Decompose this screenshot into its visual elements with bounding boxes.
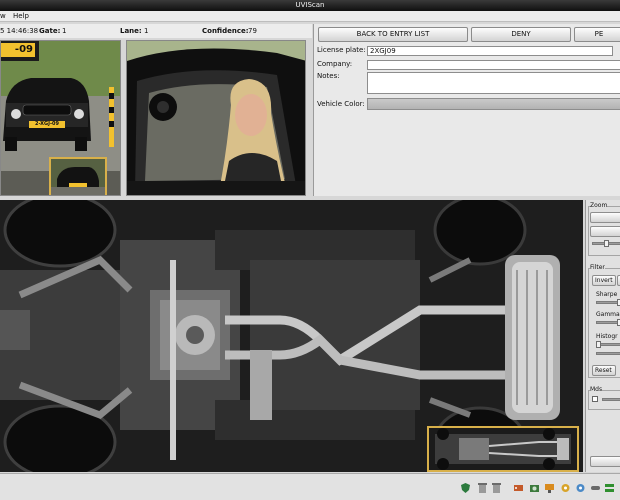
- gear-icon[interactable]: [576, 483, 585, 493]
- tag-icon[interactable]: [514, 483, 523, 493]
- lane-label: Lane:: [120, 27, 142, 35]
- flag-icon[interactable]: [605, 483, 614, 493]
- image-controls-panel: Zoom Filter Invert Sharpe Gamma Histogr …: [585, 200, 620, 472]
- trash-icon[interactable]: [492, 483, 501, 493]
- lane-value: 1: [144, 27, 149, 35]
- network-icon[interactable]: [561, 483, 570, 493]
- license-plate-field[interactable]: 2XGJ09: [367, 46, 613, 56]
- gamma-label: Gamma: [596, 311, 620, 318]
- filter-label: Filter: [590, 264, 605, 271]
- vehicle-color-selector[interactable]: [367, 98, 620, 110]
- confidence-label: Confidence:: [202, 27, 249, 35]
- menu-item-help[interactable]: Help: [13, 12, 29, 20]
- gate-value: 1: [62, 27, 67, 35]
- window-title-bar: UVIScan: [0, 0, 620, 11]
- back-to-entry-list-button[interactable]: BACK TO ENTRY LIST: [318, 27, 468, 42]
- deny-button[interactable]: DENY: [471, 27, 571, 42]
- notes-field[interactable]: [367, 72, 620, 94]
- zoom-slider-handle[interactable]: [604, 240, 609, 247]
- permit-button[interactable]: PE: [574, 27, 620, 42]
- vehicle-color-label: Vehicle Color:: [317, 100, 365, 108]
- mds-checkbox[interactable]: [592, 396, 598, 402]
- mds-label: Mds: [590, 386, 603, 393]
- histogram-slider-2[interactable]: [596, 352, 620, 355]
- scan-info-bar: 5 14:46:38 Gate: 1 Lane: 1 Confidence: 7…: [0, 24, 312, 38]
- plate-camera-image: -09 2-XGJ-09: [0, 40, 121, 196]
- menu-item-window[interactable]: w: [0, 12, 6, 20]
- histogram-label: Histogr: [596, 333, 618, 340]
- status-bar: [0, 473, 620, 500]
- zoom-label: Zoom: [590, 202, 608, 209]
- mds-slider[interactable]: [602, 398, 620, 401]
- menu-bar: w Help: [0, 11, 620, 22]
- trash-icon[interactable]: [478, 483, 487, 493]
- company-label: Company:: [317, 60, 353, 68]
- company-field[interactable]: [367, 60, 620, 70]
- camera-icon[interactable]: [530, 483, 539, 493]
- car-plate-text: 2-XGJ-09: [35, 121, 59, 127]
- shield-icon[interactable]: [461, 483, 470, 493]
- reset-button[interactable]: Reset: [592, 365, 616, 376]
- scan-overview-thumbnail[interactable]: [427, 426, 579, 472]
- notes-label: Notes:: [317, 72, 340, 80]
- driver-camera-image: [126, 40, 306, 196]
- gate-label: Gate:: [39, 27, 61, 35]
- zoom-in-button[interactable]: [590, 212, 620, 223]
- entry-form: BACK TO ENTRY LIST DENY PE License plate…: [313, 24, 620, 196]
- zoom-out-button[interactable]: [590, 226, 620, 237]
- confidence-value: 79: [248, 27, 257, 35]
- license-plate-label: License plate:: [317, 46, 366, 54]
- sharpen-label: Sharpe: [596, 291, 618, 298]
- histogram-slider-handle[interactable]: [596, 341, 601, 348]
- plate-closeup-text: -09: [14, 44, 33, 55]
- window-title: UVIScan: [295, 1, 325, 9]
- plate-camera-thumbnail[interactable]: [49, 157, 107, 195]
- panel-bottom-button[interactable]: [590, 456, 620, 467]
- link-icon[interactable]: [591, 483, 600, 493]
- datetime-text: 5 14:46:38: [0, 27, 39, 35]
- monitor-icon[interactable]: [545, 483, 554, 493]
- invert-button[interactable]: Invert: [592, 275, 616, 286]
